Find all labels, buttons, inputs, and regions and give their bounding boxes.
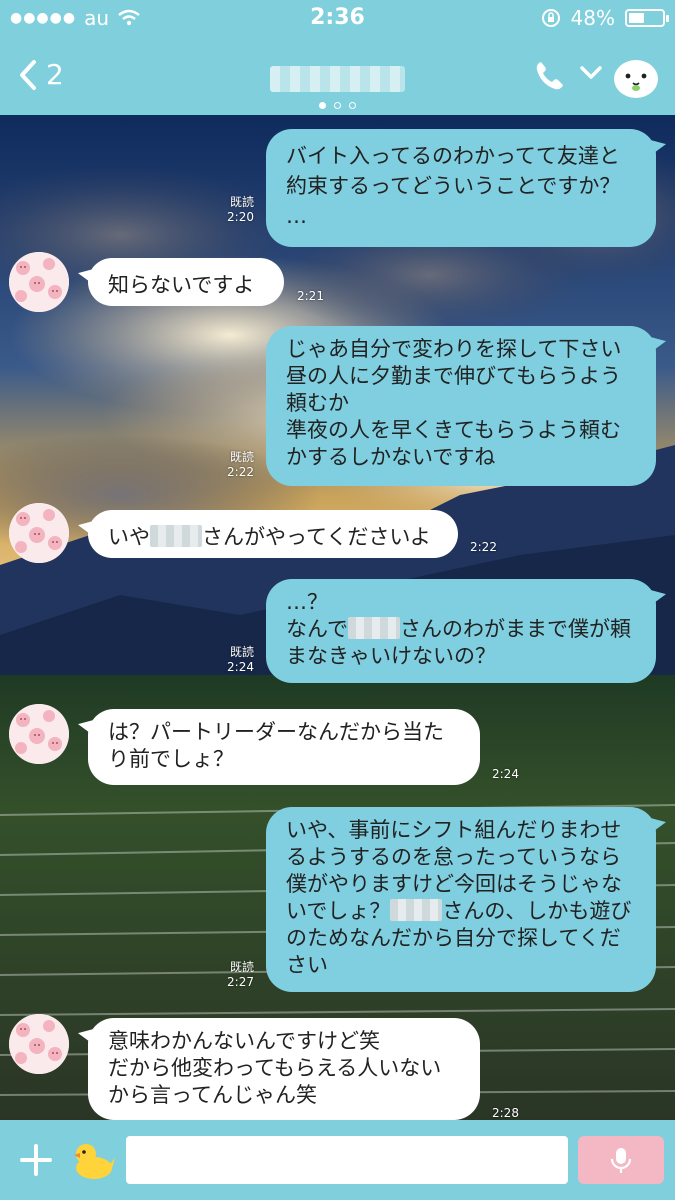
battery-percent: 48% [570,6,615,30]
mic-icon [610,1148,632,1173]
mic-button[interactable] [578,1136,664,1184]
outgoing-message[interactable]: いや、事前にシフト組んだりまわせ るようするのを怠ったっていうなら 僕がやります… [266,807,656,992]
avatar[interactable] [9,1014,69,1074]
read-receipt: 既読 2:27 [227,960,254,989]
message-list: 既読 2:20 バイト入ってるのわかってて友達と 約束するってどういうことですか？… [0,115,675,1120]
read-receipt: 既読 2:24 [227,645,254,674]
input-bar [0,1120,675,1200]
redacted-name [390,899,443,921]
rotation-lock-icon [541,9,560,27]
incoming-message[interactable]: いや さんがやってくださいよ [88,510,458,558]
chat-header: ●●●●● au 2:36 48% 2 [0,0,675,115]
message-time: 2:28 [492,1106,519,1120]
outgoing-message[interactable]: …？ なんで さんのわがままで僕が頼 まなきゃいけないの？ [266,579,656,683]
outgoing-message[interactable]: バイト入ってるのわかってて友達と 約束するってどういうことですか？ … [266,129,656,247]
avatar[interactable] [9,704,69,764]
redacted-name [150,525,202,547]
redacted-name [347,617,400,639]
back-count: 2 [46,58,64,91]
chat-title-redacted [270,66,405,92]
avatar[interactable] [9,252,69,312]
chevron-down-icon[interactable] [579,64,603,82]
mascot-icon[interactable] [611,52,661,102]
incoming-message[interactable]: 意味わかんないんですけど笑 だから他変わってもらえる人いない から言ってんじゃん… [88,1018,480,1120]
back-button[interactable]: 2 [18,58,64,91]
incoming-message[interactable]: 知らないですよ [88,258,284,306]
read-receipt: 既読 2:22 [227,450,254,479]
chevron-left-icon [20,59,36,90]
status-bar: ●●●●● au 2:36 48% [0,0,675,36]
plus-icon[interactable] [18,1142,54,1178]
message-input[interactable] [126,1136,568,1184]
read-receipt: 既読 2:20 [227,195,254,224]
avatar[interactable] [9,503,69,563]
incoming-message[interactable]: は？パートリーダーなんだから当た り前でしょ？ [88,709,480,785]
message-time: 2:22 [470,540,497,554]
message-time: 2:21 [297,289,324,303]
outgoing-message[interactable]: じゃあ自分で変わりを探して下さい 昼の人に夕勤まで伸びてもらうよう 頼むか 準夜… [266,326,656,486]
message-time: 2:24 [492,767,519,781]
phone-icon[interactable] [533,58,567,92]
page-indicator [0,94,675,113]
battery-icon [625,9,669,27]
chat-nav: 2 [0,40,675,110]
duck-sticker-icon[interactable] [70,1136,116,1182]
line-chat-screen: ●●●●● au 2:36 48% 2 既読 2:20 バイト入ってるのわかって… [0,0,675,1200]
